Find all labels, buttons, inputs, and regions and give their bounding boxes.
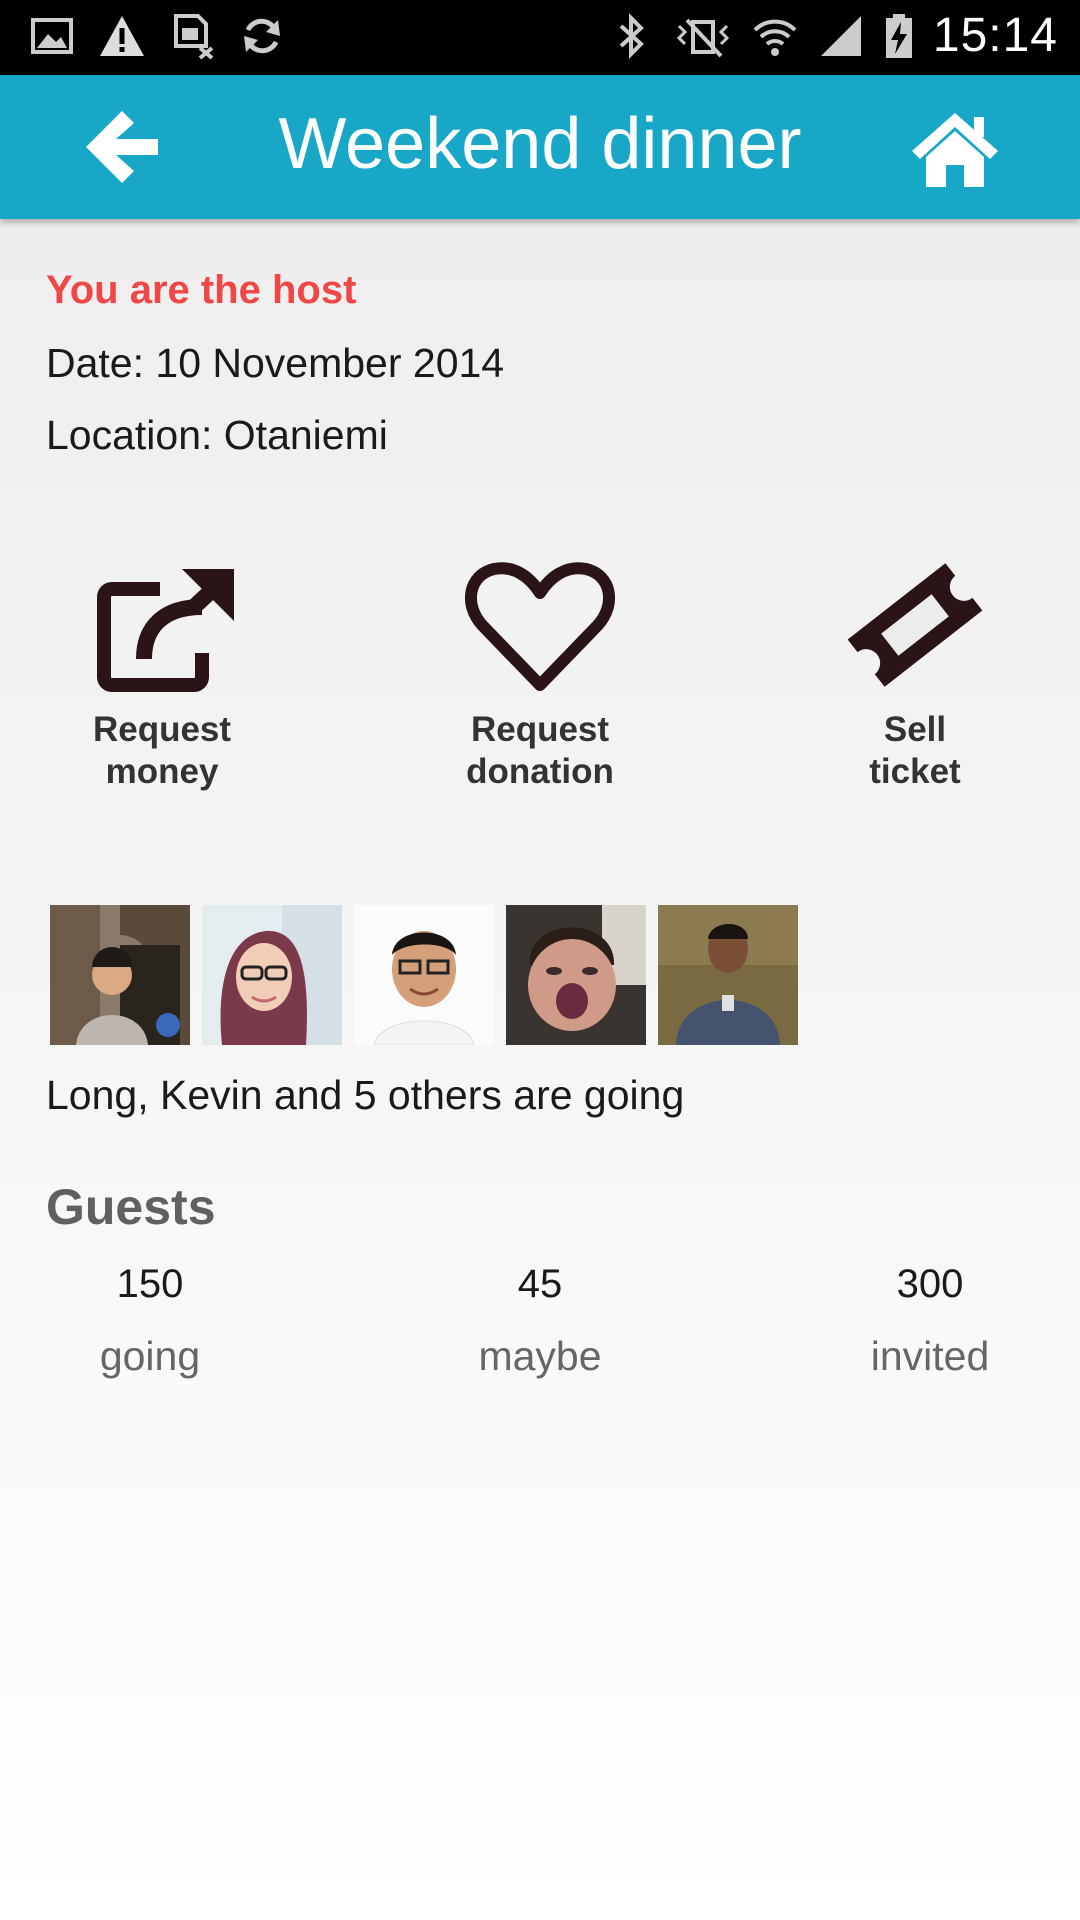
gallery-icon	[31, 18, 73, 54]
avatar[interactable]	[354, 905, 494, 1045]
host-label: You are the host	[46, 268, 357, 312]
stat-label: going	[99, 1333, 201, 1379]
status-time: 15:14	[932, 9, 1058, 62]
stat-maybe[interactable]: 45 maybe	[410, 1262, 670, 1380]
vibrate-icon	[676, 18, 729, 57]
app-bar: Weekend dinner	[0, 75, 1080, 219]
request-money-label: Request money	[92, 710, 232, 791]
bluetooth-icon	[619, 12, 644, 59]
sell-ticket-label: Sell ticket	[869, 710, 961, 791]
attendee-avatars	[50, 905, 798, 1045]
request-money-button[interactable]: Request money	[12, 555, 312, 793]
avatar[interactable]	[658, 905, 798, 1045]
heart-icon	[464, 562, 616, 691]
request-donation-label: Request donation	[466, 710, 614, 791]
request-donation-button[interactable]: Request donation	[390, 555, 690, 793]
wifi-icon	[753, 19, 797, 56]
event-date: Date: 10 November 2014	[46, 340, 505, 386]
sim-off-icon	[174, 14, 214, 60]
avatar[interactable]	[50, 905, 190, 1045]
avatar[interactable]	[506, 905, 646, 1045]
event-location: Location: Otaniemi	[46, 412, 388, 458]
stat-invited[interactable]: 300 invited	[800, 1262, 1060, 1380]
stat-going[interactable]: 150 going	[20, 1262, 280, 1380]
stat-label: invited	[870, 1333, 990, 1379]
sell-ticket-button[interactable]: Sell ticket	[765, 555, 1065, 793]
guests-heading: Guests	[46, 1179, 216, 1235]
home-icon[interactable]	[910, 109, 1000, 189]
battery-charging-icon	[885, 13, 912, 58]
signal-icon	[820, 15, 861, 56]
status-bar: 15:14	[0, 0, 1080, 75]
stat-value: 45	[517, 1262, 563, 1306]
attendees-summary: Long, Kevin and 5 others are going	[46, 1072, 685, 1118]
stat-value: 300	[896, 1262, 964, 1306]
avatar[interactable]	[202, 905, 342, 1045]
stat-label: maybe	[478, 1333, 602, 1379]
ticket-icon	[847, 563, 983, 687]
stat-value: 150	[116, 1262, 184, 1306]
sync-icon	[244, 18, 280, 54]
external-link-icon	[97, 569, 234, 692]
warning-icon	[100, 16, 144, 56]
